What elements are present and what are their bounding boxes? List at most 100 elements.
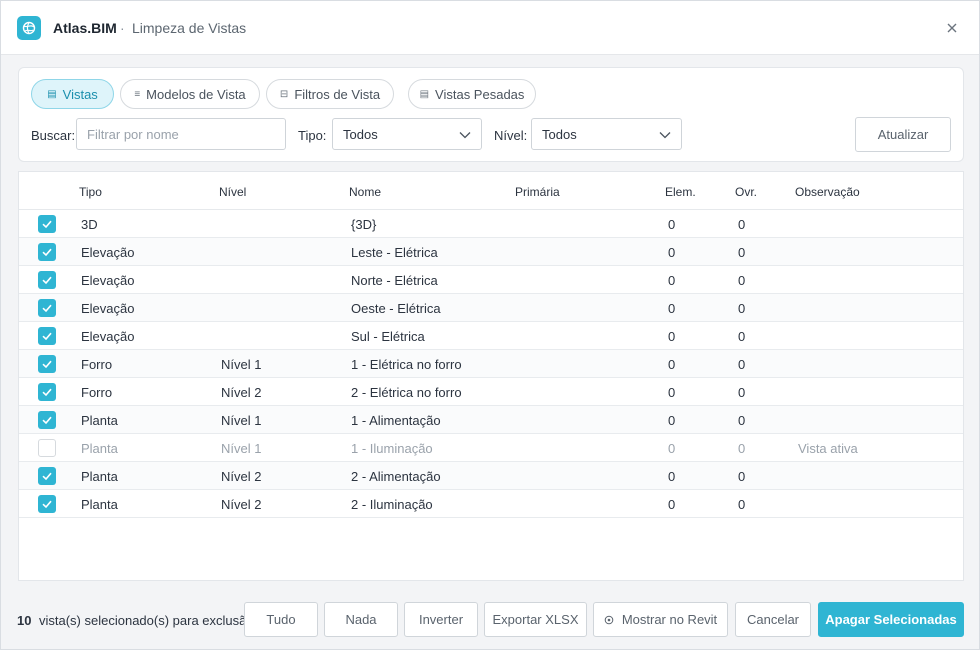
cell-tipo: Elevação (81, 273, 135, 288)
column-header-tipo[interactable]: Tipo (79, 185, 102, 199)
delete-selected-button[interactable]: Apagar Selecionadas (818, 602, 964, 637)
tab-vistas[interactable]: ▤ Vistas (31, 79, 114, 109)
export-xlsx-button[interactable]: Exportar XLSX (484, 602, 587, 637)
tab-label: Filtros de Vista (294, 86, 381, 102)
row-checkbox[interactable] (38, 355, 56, 373)
show-in-revit-button[interactable]: Mostrar no Revit (593, 602, 728, 637)
chevron-down-icon (659, 132, 671, 139)
table-row[interactable]: Forro Nível 1 1 - Elétrica no forro 0 0 (19, 350, 963, 378)
refresh-button[interactable]: Atualizar (855, 117, 951, 152)
select-all-button[interactable]: Tudo (244, 602, 318, 637)
cell-tipo: Planta (81, 469, 118, 484)
type-label: Tipo: (298, 128, 327, 143)
target-icon (604, 615, 614, 624)
table-header: Tipo Nível Nome Primária Elem. Ovr. Obse… (19, 172, 963, 210)
cell-ovr: 0 (738, 217, 746, 232)
close-button[interactable] (943, 19, 961, 37)
app-name: Atlas.BIM (53, 20, 117, 36)
cell-elem: 0 (668, 385, 676, 400)
row-checkbox[interactable] (38, 467, 56, 485)
tab-label: Vistas (62, 86, 98, 102)
row-checkbox (38, 439, 56, 457)
checkmark-icon (42, 416, 52, 425)
row-checkbox[interactable] (38, 243, 56, 261)
row-checkbox[interactable] (38, 215, 56, 233)
tab-filtros-de-vista[interactable]: ⊟ Filtros de Vista (266, 79, 394, 109)
search-label: Buscar: (31, 128, 76, 143)
column-header-observacao[interactable]: Observação (795, 185, 860, 199)
invert-selection-button[interactable]: Inverter (404, 602, 478, 637)
cell-tipo: Planta (81, 441, 118, 456)
checkmark-icon (42, 472, 52, 481)
cell-tipo: Planta (81, 413, 118, 428)
cell-tipo: 3D (81, 217, 98, 232)
level-select[interactable]: Todos (531, 118, 682, 150)
checkmark-icon (42, 304, 52, 313)
filter-icon: ⊟ (279, 88, 289, 100)
table-row[interactable]: 3D {3D} 0 0 (19, 210, 963, 238)
title-bar: Atlas.BIM · Limpeza de Vistas (1, 1, 979, 55)
column-header-primaria[interactable]: Primária (515, 185, 560, 199)
column-header-nivel[interactable]: Nível (219, 185, 246, 199)
select-all-label: Tudo (266, 612, 296, 627)
cancel-button[interactable]: Cancelar (735, 602, 811, 637)
table-row[interactable]: Forro Nível 2 2 - Elétrica no forro 0 0 (19, 378, 963, 406)
table-row[interactable]: Elevação Norte - Elétrica 0 0 (19, 266, 963, 294)
search-input[interactable] (76, 118, 286, 150)
cell-nome: 2 - Alimentação (351, 469, 441, 484)
table-row[interactable]: Planta Nível 2 2 - Alimentação 0 0 (19, 462, 963, 490)
type-select[interactable]: Todos (332, 118, 482, 150)
show-in-revit-label: Mostrar no Revit (621, 612, 718, 627)
row-checkbox[interactable] (38, 327, 56, 345)
document-icon: ▤ (47, 88, 57, 100)
column-header-ovr[interactable]: Ovr. (735, 185, 757, 199)
checkmark-icon (42, 388, 52, 397)
table-row[interactable]: Planta Nível 2 2 - Iluminação 0 0 (19, 490, 963, 518)
cancel-label: Cancelar (746, 612, 800, 627)
row-checkbox[interactable] (38, 411, 56, 429)
select-none-button[interactable]: Nada (324, 602, 398, 637)
footer-bar: 10 vista(s) selecionado(s) para exclusão… (1, 591, 979, 649)
cell-nivel: Nível 2 (221, 385, 262, 400)
cell-ovr: 0 (738, 497, 746, 512)
cell-nome: {3D} (351, 217, 377, 232)
row-checkbox[interactable] (38, 495, 56, 513)
cell-elem: 0 (668, 245, 676, 260)
cell-nivel: Nível 2 (221, 497, 262, 512)
chevron-down-icon (459, 132, 471, 139)
cell-ovr: 0 (738, 329, 746, 344)
column-header-elem[interactable]: Elem. (665, 185, 696, 199)
window-title: Limpeza de Vistas (132, 20, 247, 36)
column-header-nome[interactable]: Nome (349, 185, 381, 199)
cell-ovr: 0 (738, 469, 746, 484)
tab-modelos-de-vista[interactable]: ≡ Modelos de Vista (120, 79, 260, 109)
tab-label: Modelos de Vista (146, 86, 246, 102)
cell-tipo: Forro (81, 385, 113, 400)
title-separator: · (120, 20, 125, 36)
cell-nome: Leste - Elétrica (351, 245, 438, 260)
table-row[interactable]: Elevação Leste - Elétrica 0 0 (19, 238, 963, 266)
row-checkbox[interactable] (38, 299, 56, 317)
table-row[interactable]: Elevação Oeste - Elétrica 0 0 (19, 294, 963, 322)
select-none-label: Nada (345, 612, 377, 627)
cell-elem: 0 (668, 413, 676, 428)
cell-nivel: Nível 2 (221, 469, 262, 484)
checkmark-icon (42, 500, 52, 509)
row-checkbox[interactable] (38, 271, 56, 289)
level-label: Nível: (494, 128, 528, 143)
tab-vistas-pesadas[interactable]: ▤ Vistas Pesadas (408, 79, 536, 109)
table-row[interactable]: Planta Nível 1 1 - Iluminação 0 0 Vista ativa (19, 434, 963, 462)
cell-nome: 2 - Iluminação (351, 497, 433, 512)
row-checkbox[interactable] (38, 383, 56, 401)
cell-elem: 0 (668, 469, 676, 484)
cell-nivel: Nível 1 (221, 413, 262, 428)
table-row[interactable]: Planta Nível 1 1 - Alimentação 0 0 (19, 406, 963, 434)
cell-ovr: 0 (738, 413, 746, 428)
selected-count: 10 (17, 613, 32, 628)
dialog-window: Atlas.BIM · Limpeza de Vistas ▤ Vistas ≡… (0, 0, 980, 650)
selected-count-text: vista(s) selecionado(s) para exclusão (39, 613, 254, 628)
cell-nome: 1 - Elétrica no forro (351, 357, 462, 372)
table-row[interactable]: Elevação Sul - Elétrica 0 0 (19, 322, 963, 350)
cell-elem: 0 (668, 217, 676, 232)
cell-elem: 0 (668, 273, 676, 288)
